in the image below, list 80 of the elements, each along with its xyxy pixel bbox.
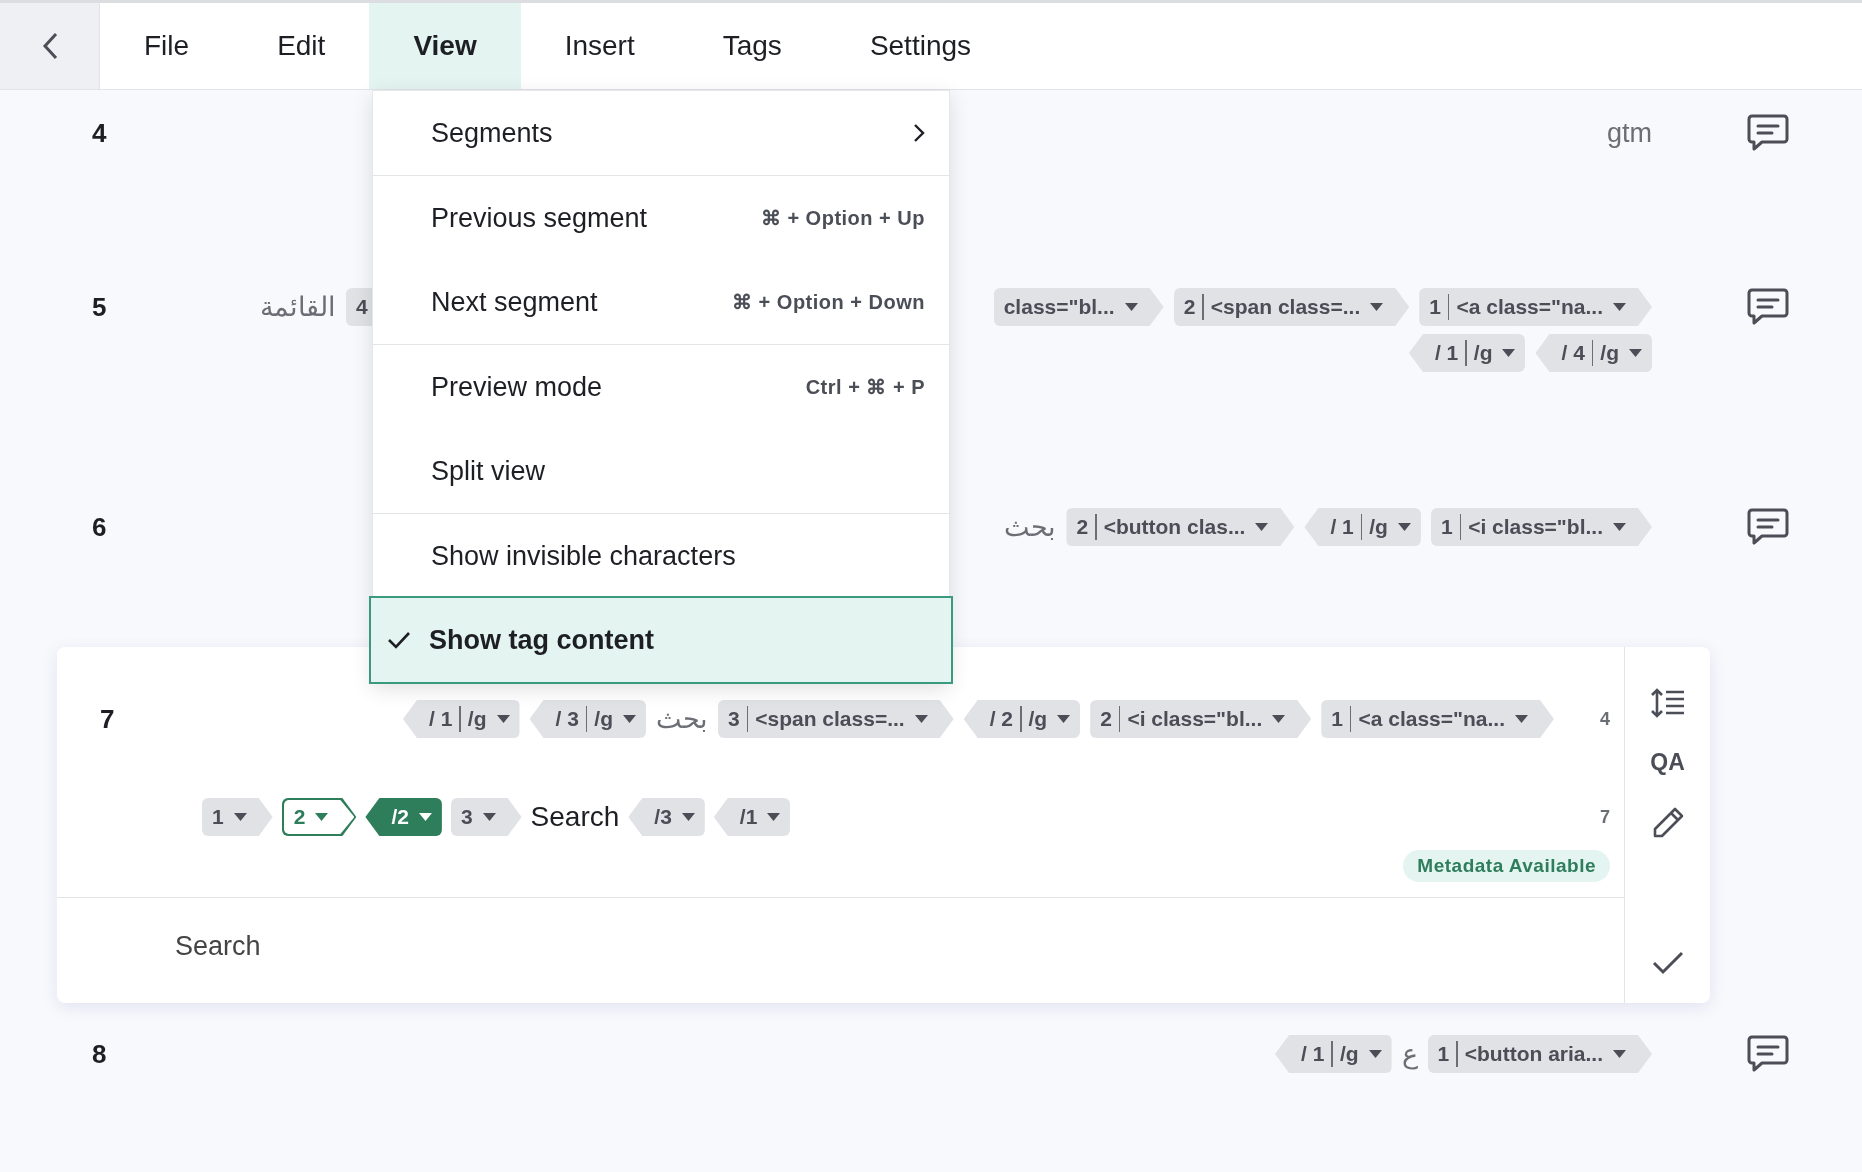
menu-item[interactable]: Segments [373,91,949,175]
chevron-right-icon [913,123,925,143]
tag-chip[interactable]: 2 <i class="bl... [1090,700,1312,738]
segment-number: 5 [91,291,108,324]
tag-chip[interactable]: /1 [713,798,791,836]
caret-icon [1255,523,1269,531]
tag-chip[interactable]: 1 [202,798,273,836]
tag-chip[interactable]: / 1 /g [1275,1035,1392,1073]
caret-icon [1502,349,1516,357]
caret-icon [1124,303,1138,311]
caret-icon [496,715,510,723]
menu-tab[interactable]: View [369,3,521,89]
caret-icon [418,813,432,821]
caret-icon [914,715,928,723]
caret-icon [315,813,329,821]
qa-button[interactable]: QA [1650,749,1685,776]
segment-number: 7 [99,703,116,736]
menu-item[interactable]: Preview mode Ctrl + ⌘ + P [373,345,949,429]
tag-chip[interactable]: / 1 /g [1304,508,1421,546]
menu-tab[interactable]: File [100,3,234,89]
caret-icon [1368,1050,1382,1058]
caret-icon [1629,349,1642,357]
menu-tab[interactable]: Tags [678,3,826,89]
tag-chip[interactable]: 1 <button aria... [1427,1035,1652,1073]
tag-chip[interactable]: / 1 /g [402,700,520,738]
caret-icon [1515,715,1528,723]
menu-item[interactable]: Next segment ⌘ + Option + Down [373,260,949,344]
caret-icon [1272,715,1286,723]
caret-icon [233,813,247,821]
caret-icon [1370,303,1384,311]
segment-number: 4 [91,117,108,150]
comment-icon[interactable] [1747,114,1789,152]
caret-icon [1057,715,1071,723]
caret-icon [1397,523,1411,531]
menu-tab[interactable]: Insert [520,3,679,89]
menu-item[interactable]: Show tag content [371,598,951,682]
tag-chip[interactable]: class="bl... [993,288,1164,326]
confirm-check-icon[interactable] [1651,951,1684,975]
chevron-left-icon [41,32,58,60]
comment-icon[interactable] [1747,508,1789,546]
tag-chip[interactable]: /3 [628,798,705,836]
tag-chip[interactable]: 3 <span class=... [718,700,954,738]
comment-icon[interactable] [1747,288,1789,326]
menu-item[interactable]: Show invisible characters [373,514,949,598]
menu-tab[interactable]: Edit [233,3,370,89]
source-text: القائمة [260,291,336,323]
target-text: Search [530,801,620,833]
comment-icon[interactable] [1747,1035,1789,1073]
source-text: بحث [1004,511,1057,543]
tag-chip[interactable]: 2 <span class=... [1173,288,1410,326]
tag-chip[interactable]: / 1 /g [1408,334,1526,372]
caret-icon [681,813,695,821]
source-length: 4 [1599,708,1611,730]
caret-icon [482,813,496,821]
caret-icon [1613,523,1626,531]
tag-chip[interactable]: / 3 /g [529,700,647,738]
target-length: 7 [1599,806,1611,828]
source-text: بحث [656,703,709,735]
menu-item[interactable]: Previous segment ⌘ + Option + Up [373,176,949,260]
menu-item[interactable]: Split view [373,429,949,513]
tag-chip[interactable]: 2 [281,798,357,836]
segment-number: 8 [91,1038,108,1071]
tag-chip[interactable]: 3 [450,798,522,836]
source-text: gtm [1607,117,1652,149]
tag-chip[interactable]: / 2 /g [963,700,1081,738]
tag-chip[interactable]: 1 <a class="na... [1419,288,1652,326]
tag-chip[interactable]: 2 <button clas... [1066,508,1295,546]
caret-icon [1613,303,1626,311]
caret-icon [767,813,781,821]
tag-chip[interactable]: / 4 /g [1535,334,1652,372]
menu-tab[interactable]: Settings [825,3,1016,89]
tag-chip[interactable]: 1 <a class="na... [1321,700,1554,738]
metadata-badge: Metadata Available [1403,850,1610,882]
segment-number: 6 [91,511,108,544]
line-spacing-icon[interactable] [1649,687,1686,719]
tag-chip[interactable]: 1 <i class="bl... [1430,508,1652,546]
tag-chip[interactable]: /2 [365,798,442,836]
source-text: ع [1401,1038,1418,1070]
caret-icon [623,715,637,723]
caret-icon [1613,1050,1626,1058]
